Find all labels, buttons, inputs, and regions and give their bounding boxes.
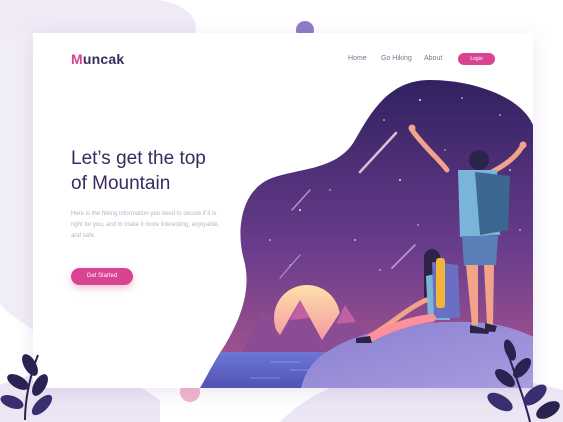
brand-logo[interactable]: Muncak [71,51,124,67]
login-button[interactable]: Login [458,53,495,65]
get-started-button[interactable]: Get Started [71,268,133,285]
hero-description: Here is the hiking information you need … [71,211,220,239]
landing-card: Muncak Home Go Hiking About Login Let’s … [33,33,533,388]
nav-about[interactable]: About [424,55,442,62]
nav-home[interactable]: Home [348,55,367,62]
logo-initial: M [71,51,83,67]
nav-go-hiking[interactable]: Go Hiking [381,55,412,62]
hero-title-line1: Let’s get the top [71,148,206,169]
hero-title: Let’s get the top of Mountain [71,146,206,196]
logo-text: uncak [82,51,125,67]
hero-title-line2: of Mountain [71,173,171,194]
